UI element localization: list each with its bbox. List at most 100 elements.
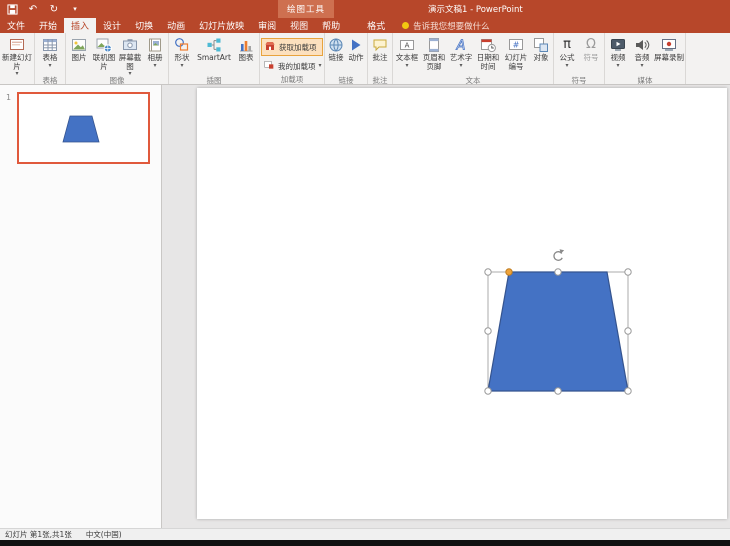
link-button[interactable]: 链接 <box>326 34 346 75</box>
dropdown-arrow-icon: ▾ <box>319 63 322 69</box>
ribbon-group-addins: 获取加载项 我的加载项 ▾ 加载项 <box>260 33 325 84</box>
screen-recording-label: 屏幕录制 <box>654 54 684 63</box>
chart-button[interactable]: 图表 <box>234 34 258 75</box>
tab-help[interactable]: 帮助 <box>315 18 347 33</box>
resize-handle-top-left[interactable] <box>485 269 491 275</box>
qat-customize-button[interactable]: ▾ <box>69 2 81 16</box>
rotate-handle[interactable] <box>554 249 564 260</box>
action-button[interactable]: 动作 <box>346 34 366 75</box>
tab-view[interactable]: 视图 <box>283 18 315 33</box>
resize-handle-top-right[interactable] <box>625 269 631 275</box>
undo-button[interactable]: ↶ <box>27 2 39 16</box>
object-label: 对象 <box>530 54 552 63</box>
audio-button[interactable]: 音频 ▾ <box>630 34 654 75</box>
store-icon <box>264 40 276 54</box>
status-slide-info: 幻灯片 第1张,共1张 <box>5 529 72 540</box>
group-label-addins: 加载项 <box>261 74 323 84</box>
screenshot-button[interactable]: 屏幕截图 ▾ <box>117 34 143 75</box>
thumbnail-slide-number: 1 <box>6 93 11 102</box>
get-add-ins-button[interactable]: 获取加载项 <box>261 38 323 56</box>
slide-canvas[interactable] <box>197 88 727 519</box>
group-label-comments: 批注 <box>369 75 391 84</box>
shape-adjust-handle[interactable] <box>506 269 512 275</box>
picture-icon <box>70 36 88 54</box>
pictures-button[interactable]: 图片 <box>67 34 91 75</box>
symbol-button[interactable]: Ω 符号 <box>579 34 603 75</box>
header-footer-button[interactable]: 页眉和页脚 <box>420 34 448 75</box>
quick-access-toolbar: ↶ ↻ ▾ <box>6 0 81 18</box>
shapes-button[interactable]: 形状 ▾ <box>170 34 194 75</box>
group-label-slides <box>1 75 33 84</box>
comment-button[interactable]: 批注 <box>369 34 391 75</box>
date-time-button[interactable]: 日期和时间 <box>474 34 502 75</box>
tab-slideshow[interactable]: 幻灯片放映 <box>192 18 251 33</box>
ribbon-group-images: 图片 联机图片 屏幕截图 ▾ <box>66 33 169 84</box>
resize-handle-middle-left[interactable] <box>485 328 491 334</box>
save-button[interactable] <box>6 2 18 16</box>
chart-label: 图表 <box>234 54 258 63</box>
symbol-label: 符号 <box>579 54 603 63</box>
screen-recording-button[interactable]: 屏幕录制 <box>654 34 684 75</box>
lightbulb-icon <box>402 22 409 29</box>
tab-animations[interactable]: 动画 <box>160 18 192 33</box>
tab-format[interactable]: 格式 <box>360 18 392 33</box>
slide-number-button[interactable]: # 幻灯片编号 <box>502 34 530 75</box>
object-button[interactable]: 对象 <box>530 34 552 75</box>
new-slide-label: 新建幻灯片 <box>1 54 33 71</box>
smartart-button[interactable]: SmartArt <box>194 34 234 75</box>
shapes-icon <box>173 36 191 54</box>
svg-text:#: # <box>513 41 520 50</box>
resize-handle-bottom-left[interactable] <box>485 388 491 394</box>
my-add-ins-button[interactable]: 我的加载项 ▾ <box>261 58 323 74</box>
resize-handle-bottom-center[interactable] <box>555 388 561 394</box>
text-box-button[interactable]: A 文本框 ▾ <box>394 34 420 75</box>
my-add-ins-icon <box>263 59 275 73</box>
bottom-strip <box>0 540 730 546</box>
object-icon <box>532 36 550 54</box>
link-icon <box>327 36 345 54</box>
screen-recording-icon <box>660 36 678 54</box>
symbol-icon: Ω <box>582 36 600 54</box>
tell-me-box[interactable]: 告诉我您想要做什么 <box>402 18 490 33</box>
smartart-label: SmartArt <box>194 54 234 63</box>
photo-album-button[interactable]: 相册 ▾ <box>143 34 167 75</box>
pictures-label: 图片 <box>67 54 91 63</box>
tab-home[interactable]: 开始 <box>32 18 64 33</box>
wordart-button[interactable]: A 艺术字 ▾ <box>448 34 474 75</box>
resize-handle-top-center[interactable] <box>555 269 561 275</box>
ribbon-group-symbols: π 公式 ▾ Ω 符号 符号 <box>554 33 605 84</box>
ribbon-group-illustrations: 形状 ▾ SmartArt 图表 插图 <box>169 33 260 84</box>
online-pictures-button[interactable]: 联机图片 <box>91 34 117 75</box>
text-box-icon: A <box>398 36 416 54</box>
group-label-table: 表格 <box>36 75 64 84</box>
tab-insert[interactable]: 插入 <box>64 18 96 33</box>
status-language[interactable]: 中文(中国) <box>86 529 122 540</box>
date-time-label: 日期和时间 <box>474 54 502 71</box>
drawing-tools-header: 绘图工具 <box>278 0 334 18</box>
video-button[interactable]: 视频 ▾ <box>606 34 630 75</box>
dropdown-arrow-icon: ▾ <box>640 63 643 69</box>
resize-handle-bottom-right[interactable] <box>625 388 631 394</box>
ribbon-insert: 新建幻灯片 ▾ 表格 ▾ 表格 <box>0 33 730 85</box>
tab-design[interactable]: 设计 <box>96 18 128 33</box>
tab-transitions[interactable]: 切换 <box>128 18 160 33</box>
video-icon <box>609 36 627 54</box>
online-pictures-label: 联机图片 <box>91 54 117 71</box>
tab-file[interactable]: 文件 <box>0 18 32 33</box>
dropdown-arrow-icon: ▾ <box>153 63 156 69</box>
powerpoint-window: ↶ ↻ ▾ 绘图工具 演示文稿1 - PowerPoint 文件 开始 插入 设… <box>0 0 730 546</box>
redo-button[interactable]: ↻ <box>48 2 60 16</box>
svg-text:A: A <box>405 42 410 50</box>
tell-me-label: 告诉我您想要做什么 <box>413 20 490 32</box>
trapezoid-shape[interactable] <box>488 272 628 391</box>
dropdown-arrow-icon: ▾ <box>459 63 462 69</box>
resize-handle-middle-right[interactable] <box>625 328 631 334</box>
screenshot-label: 屏幕截图 <box>117 54 143 71</box>
new-slide-button[interactable]: 新建幻灯片 ▾ <box>1 34 33 75</box>
table-button[interactable]: 表格 ▾ <box>36 34 64 75</box>
wordart-icon: A <box>452 36 470 54</box>
dropdown-arrow-icon: ▾ <box>565 63 568 69</box>
slide-thumbnail[interactable] <box>17 92 150 164</box>
tab-review[interactable]: 审阅 <box>251 18 283 33</box>
equation-button[interactable]: π 公式 ▾ <box>555 34 579 75</box>
